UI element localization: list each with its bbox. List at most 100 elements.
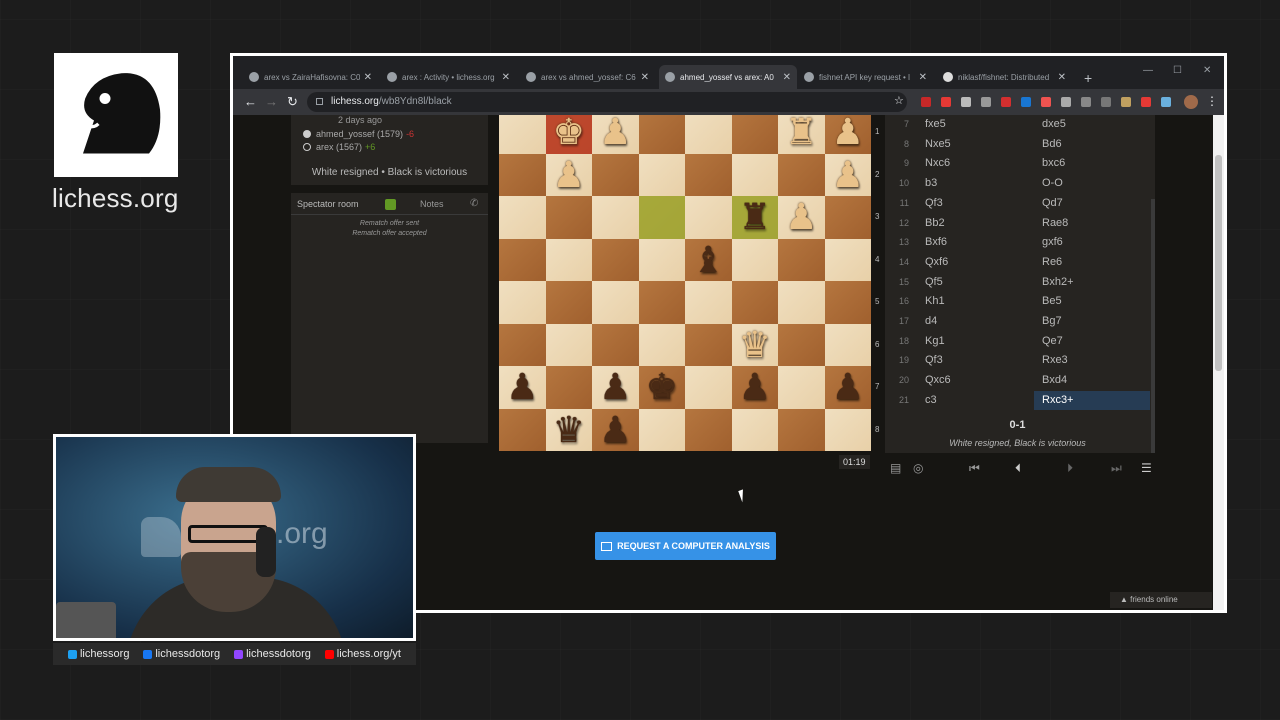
board-square[interactable] <box>685 153 732 196</box>
black-move[interactable]: Be5 <box>1042 295 1062 307</box>
white-player[interactable]: ahmed_yossef (1579) -6 <box>303 129 414 139</box>
black-move[interactable]: Bg7 <box>1042 315 1062 327</box>
tab-1[interactable]: arex vs ZairaHafisovna: C0 ✕ <box>243 65 378 89</box>
board-square[interactable] <box>592 281 639 324</box>
board-square[interactable] <box>685 323 732 366</box>
white-queen[interactable]: ♛ <box>732 324 779 366</box>
extension-icon[interactable] <box>961 97 971 107</box>
white-move[interactable]: d4 <box>925 315 937 327</box>
black-rook[interactable]: ♜ <box>732 196 779 238</box>
white-move[interactable]: Qf3 <box>925 354 943 366</box>
board-square[interactable] <box>731 115 778 154</box>
board-square[interactable] <box>685 366 732 409</box>
url-field[interactable]: lichess.org/wb8Ydn8l/black <box>307 92 907 112</box>
board-square[interactable] <box>638 115 685 154</box>
extension-icon[interactable] <box>1101 97 1111 107</box>
black-pawn[interactable]: ♟ <box>592 366 639 408</box>
black-move[interactable]: bxc6 <box>1042 157 1065 169</box>
extension-icon[interactable] <box>1161 97 1171 107</box>
white-move[interactable]: fxe5 <box>925 118 946 130</box>
white-move[interactable]: Qxf6 <box>925 256 948 268</box>
black-pawn[interactable]: ♟ <box>825 366 872 408</box>
black-move[interactable]: Qe7 <box>1042 335 1063 347</box>
extension-icon[interactable] <box>1021 97 1031 107</box>
white-move[interactable]: Bxf6 <box>925 236 947 248</box>
white-pawn[interactable]: ♟ <box>546 154 593 196</box>
new-tab-button[interactable]: + <box>1084 70 1092 86</box>
first-move-icon[interactable]: ⏮ <box>969 461 980 476</box>
extension-icon[interactable] <box>1121 97 1131 107</box>
next-move-icon[interactable]: ⏵ <box>1067 461 1073 476</box>
black-move[interactable]: Bxh2+ <box>1042 276 1074 288</box>
board-square[interactable] <box>824 323 871 366</box>
scrollbar-thumb[interactable] <box>1215 155 1222 371</box>
white-move[interactable]: Nxe5 <box>925 138 951 150</box>
close-icon[interactable]: ✕ <box>919 72 927 83</box>
board-square[interactable] <box>824 196 871 239</box>
board-square[interactable] <box>638 408 685 451</box>
board-square[interactable] <box>499 196 546 239</box>
white-pawn[interactable]: ♟ <box>825 154 872 196</box>
black-move[interactable]: Bd6 <box>1042 138 1062 150</box>
forward-button[interactable]: → <box>265 94 278 109</box>
white-move[interactable]: Nxc6 <box>925 157 950 169</box>
extension-icon[interactable] <box>981 97 991 107</box>
profile-avatar[interactable] <box>1184 95 1198 109</box>
board-square[interactable] <box>824 238 871 281</box>
board-square[interactable] <box>824 408 871 451</box>
engine-icon[interactable]: ◎ <box>913 461 923 475</box>
black-pawn[interactable]: ♟ <box>732 366 779 408</box>
board-square[interactable] <box>731 238 778 281</box>
extension-icon[interactable] <box>1001 97 1011 107</box>
board-square[interactable] <box>778 323 825 366</box>
board-square[interactable] <box>499 238 546 281</box>
tab-6[interactable]: niklasf/fishnet: Distributed ✕ <box>937 65 1072 89</box>
board-square[interactable] <box>731 408 778 451</box>
board-square[interactable] <box>685 281 732 324</box>
tab-3[interactable]: arex vs ahmed_yossef: C6 ✕ <box>520 65 655 89</box>
tab-4-active[interactable]: ahmed_yossef vs arex: A0 ✕ <box>659 65 797 89</box>
maximize-button[interactable]: ☐ <box>1173 65 1182 76</box>
white-move[interactable]: c3 <box>925 394 937 406</box>
board-square[interactable] <box>731 281 778 324</box>
board-square[interactable] <box>685 196 732 239</box>
tab-5[interactable]: fishnet API key request • l ✕ <box>798 65 933 89</box>
white-move[interactable]: Qxc6 <box>925 374 951 386</box>
white-move[interactable]: b3 <box>925 177 937 189</box>
board-square[interactable] <box>638 238 685 281</box>
bookmark-star-icon[interactable]: ☆ <box>894 94 904 107</box>
white-move[interactable]: Kg1 <box>925 335 945 347</box>
board-square[interactable] <box>824 281 871 324</box>
white-pawn[interactable]: ♟ <box>825 115 872 153</box>
minimize-button[interactable]: — <box>1143 65 1153 76</box>
white-move[interactable]: Kh1 <box>925 295 945 307</box>
board-square[interactable] <box>778 238 825 281</box>
phone-icon[interactable]: ✆ <box>470 198 478 209</box>
book-icon[interactable]: ▤ <box>890 461 901 475</box>
close-icon[interactable]: ✕ <box>1058 72 1066 83</box>
extension-icon[interactable] <box>1081 97 1091 107</box>
black-queen[interactable]: ♛ <box>546 409 593 451</box>
black-pawn[interactable]: ♟ <box>499 366 546 408</box>
board-square[interactable] <box>592 238 639 281</box>
last-move-icon[interactable]: ⏭ <box>1111 461 1122 476</box>
black-move[interactable]: Re6 <box>1042 256 1062 268</box>
extension-icon[interactable] <box>1041 97 1051 107</box>
board-square[interactable] <box>685 408 732 451</box>
close-icon[interactable]: ✕ <box>641 72 649 83</box>
board-square[interactable] <box>545 281 592 324</box>
friends-online-button[interactable]: ▲ friends online <box>1110 592 1212 608</box>
white-pawn[interactable]: ♟ <box>592 115 639 153</box>
board-square[interactable] <box>499 408 546 451</box>
browser-menu-icon[interactable]: ⋮ <box>1206 94 1218 108</box>
board-square[interactable] <box>499 115 546 154</box>
black-move[interactable]: dxe5 <box>1042 118 1066 130</box>
black-move[interactable]: gxf6 <box>1042 236 1063 248</box>
page-scrollbar[interactable] <box>1213 115 1224 610</box>
chat-toggle[interactable] <box>385 199 396 210</box>
board-square[interactable] <box>778 366 825 409</box>
board-square[interactable] <box>592 153 639 196</box>
board-square[interactable] <box>592 196 639 239</box>
request-analysis-button[interactable]: REQUEST A COMPUTER ANALYSIS <box>595 532 776 560</box>
black-move[interactable]: Rae8 <box>1042 217 1068 229</box>
